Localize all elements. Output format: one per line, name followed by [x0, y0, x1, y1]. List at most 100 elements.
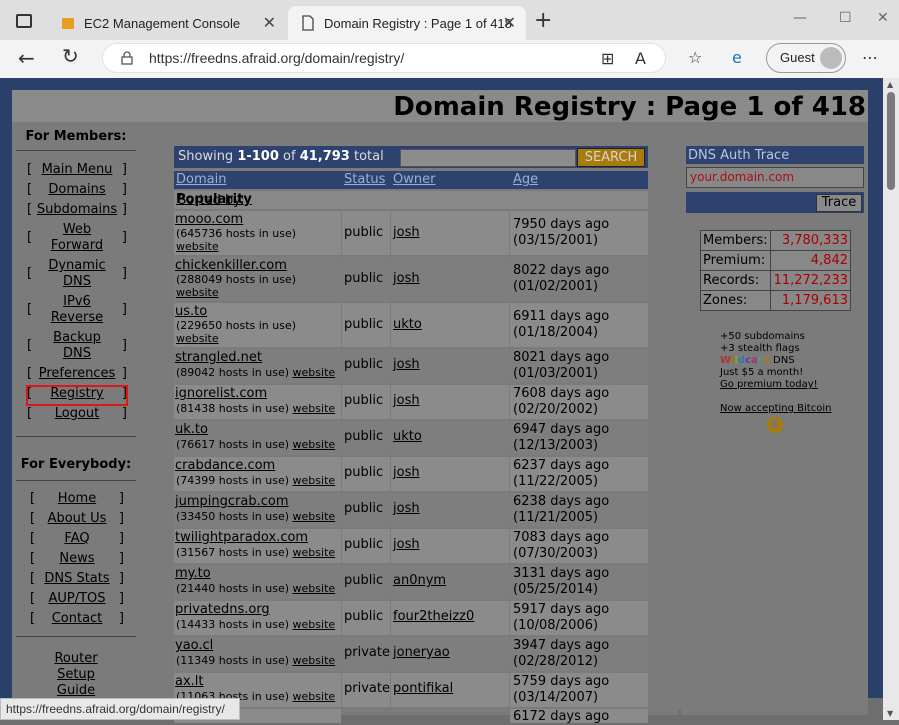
nav-link[interactable]: AUP/TOS	[48, 591, 105, 606]
website-link[interactable]: website	[293, 366, 336, 379]
nav-link[interactable]: IPv6 Reverse	[45, 294, 109, 326]
domain-link[interactable]: us.to	[175, 304, 207, 319]
scroll-down-icon[interactable]: ▼	[887, 709, 893, 718]
trace-button[interactable]: Trace	[816, 194, 862, 212]
domain-link[interactable]: ignorelist.com	[175, 386, 267, 401]
search-input[interactable]	[400, 149, 576, 167]
owner-link[interactable]: josh	[393, 357, 420, 372]
website-link[interactable]: website	[176, 286, 219, 299]
website-link[interactable]: website	[176, 332, 219, 345]
nav-router-guide[interactable]: Router Setup Guide	[46, 651, 106, 699]
nav-item[interactable]: [Dynamic DNS]	[27, 258, 127, 290]
vertical-scrollbar[interactable]: ▲ ▼	[883, 78, 899, 720]
website-link[interactable]: website	[293, 510, 336, 523]
domain-link[interactable]: chickenkiller.com	[175, 258, 287, 273]
owner-link[interactable]: four2theizz0	[393, 609, 474, 624]
dns-trace-input[interactable]: your.domain.com	[686, 167, 864, 188]
nav-item[interactable]: [Web Forward]	[27, 222, 127, 254]
tab-ec2[interactable]: EC2 Management Console ✕	[48, 6, 286, 40]
owner-link[interactable]: pontifikal	[393, 681, 453, 696]
website-link[interactable]: website	[293, 582, 336, 595]
nav-link[interactable]: About Us	[48, 511, 107, 526]
nav-link[interactable]: News	[59, 551, 94, 566]
owner-link[interactable]: josh	[393, 393, 420, 408]
nav-link[interactable]: Web Forward	[45, 222, 109, 254]
maximize-icon[interactable]: ☐	[839, 10, 852, 26]
nav-item[interactable]: [Main Menu]	[27, 162, 127, 178]
go-premium-link[interactable]: Go premium today!	[720, 379, 818, 390]
domain-link[interactable]: crabdance.com	[175, 458, 275, 473]
domain-link[interactable]: ax.lt	[175, 674, 204, 689]
owner-link[interactable]: josh	[393, 501, 420, 516]
close-icon[interactable]: ✕	[263, 13, 276, 32]
owner-link[interactable]: ukto	[393, 429, 422, 444]
nav-item[interactable]: [News]	[30, 551, 124, 567]
website-link[interactable]: website	[293, 438, 336, 451]
nav-link[interactable]: Backup DNS	[45, 330, 109, 362]
nav-link[interactable]: Router Setup Guide	[54, 651, 97, 698]
nav-item[interactable]: [AUP/TOS]	[30, 591, 124, 607]
profile-button[interactable]: Guest	[766, 43, 846, 73]
nav-item[interactable]: [Preferences]	[27, 366, 127, 382]
nav-item[interactable]: [Logout]	[27, 406, 127, 422]
website-link[interactable]: website	[176, 240, 219, 253]
website-link[interactable]: website	[293, 654, 336, 667]
owner-link[interactable]: josh	[393, 225, 420, 240]
more-menu-icon[interactable]: ⋯	[862, 48, 878, 67]
tab-registry[interactable]: Domain Registry : Page 1 of 418 ✕	[288, 6, 526, 40]
col-status[interactable]: Status	[344, 172, 385, 187]
owner-link[interactable]: josh	[393, 271, 420, 286]
scroll-thumb[interactable]	[887, 92, 895, 190]
minimize-icon[interactable]: —	[793, 10, 807, 26]
nav-link[interactable]: Preferences	[39, 366, 115, 381]
scroll-up-icon[interactable]: ▲	[887, 80, 893, 89]
website-link[interactable]: website	[293, 546, 336, 559]
col-owner[interactable]: Owner	[393, 172, 435, 187]
owner-link[interactable]: josh	[393, 465, 420, 480]
nav-item[interactable]: [Home]	[30, 491, 124, 507]
domain-link[interactable]: yao.cl	[175, 638, 213, 653]
website-link[interactable]: website	[293, 402, 336, 415]
favorites-icon[interactable]: ☆	[688, 48, 702, 67]
new-tab-icon[interactable]: +	[534, 8, 552, 33]
address-bar[interactable]: https://freedns.afraid.org/domain/regist…	[102, 43, 666, 73]
col-age[interactable]: Age	[513, 172, 538, 187]
nav-link[interactable]: DNS Stats	[44, 571, 109, 586]
close-icon[interactable]: ✕	[503, 13, 516, 32]
nav-link[interactable]: Domains	[48, 182, 105, 197]
domain-link[interactable]: strangled.net	[175, 350, 262, 365]
nav-link[interactable]: Dynamic DNS	[45, 258, 109, 290]
website-link[interactable]: website	[293, 474, 336, 487]
nav-item[interactable]: [Backup DNS]	[27, 330, 127, 362]
nav-item[interactable]: [DNS Stats]	[30, 571, 124, 587]
nav-link[interactable]: FAQ	[64, 531, 89, 546]
owner-link[interactable]: an0nym	[393, 573, 446, 588]
domain-link[interactable]: uk.to	[175, 422, 208, 437]
owner-link[interactable]: josh	[393, 537, 420, 552]
back-arrow-icon[interactable]: ←	[18, 46, 35, 70]
nav-link[interactable]: Home	[58, 491, 96, 506]
nav-item[interactable]: [IPv6 Reverse]	[27, 294, 127, 326]
nav-item[interactable]: [FAQ]	[30, 531, 124, 547]
bitcoin-link[interactable]: Now accepting Bitcoin	[720, 403, 831, 414]
nav-link[interactable]: Subdomains	[37, 202, 117, 217]
close-window-icon[interactable]: ✕	[877, 10, 889, 26]
owner-link[interactable]: joneryao	[393, 645, 450, 660]
website-link[interactable]: website	[293, 690, 336, 703]
domain-link[interactable]: twilightparadox.com	[175, 530, 308, 545]
edge-icon[interactable]: e	[732, 48, 742, 67]
nav-link[interactable]: Main Menu	[42, 162, 113, 177]
domain-link[interactable]: privatedns.org	[175, 602, 270, 617]
nav-link[interactable]: Contact	[52, 611, 103, 626]
domain-link[interactable]: my.to	[175, 566, 211, 581]
nav-item[interactable]: [Subdomains]	[27, 202, 127, 218]
website-link[interactable]: website	[293, 618, 336, 631]
domain-link[interactable]: mooo.com	[175, 212, 243, 227]
domain-link[interactable]: jumpingcrab.com	[175, 494, 288, 509]
search-button[interactable]: SEARCH	[577, 148, 645, 167]
apps-grid-icon[interactable]: ⊞	[601, 49, 614, 68]
nav-item[interactable]: [About Us]	[30, 511, 124, 527]
tab-actions-icon[interactable]	[16, 14, 32, 28]
nav-link[interactable]: Logout	[55, 406, 100, 421]
read-aloud-icon[interactable]: A	[635, 49, 646, 68]
